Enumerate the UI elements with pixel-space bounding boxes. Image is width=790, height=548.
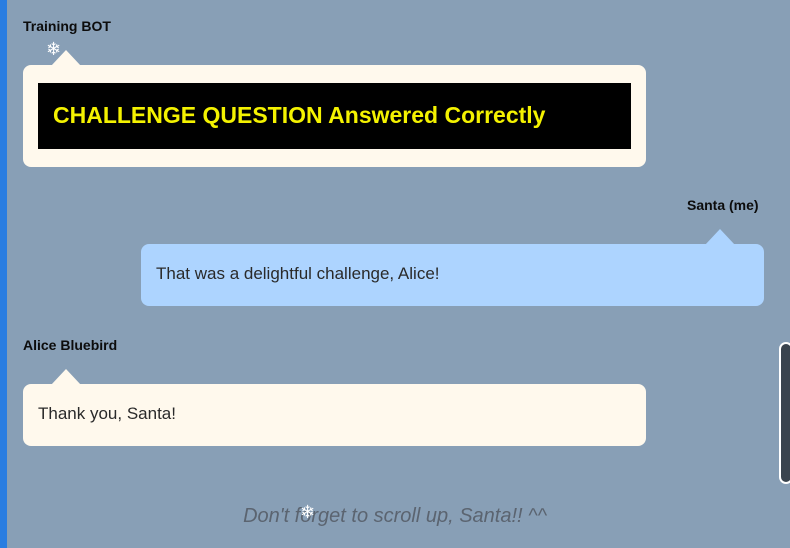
sender-name-me: Santa (me): [687, 197, 759, 213]
challenge-banner: CHALLENGE QUESTION Answered Correctly: [38, 83, 631, 149]
message-bubble-friend: Thank you, Santa!: [23, 384, 646, 446]
scrollbar-thumb[interactable]: [779, 342, 790, 484]
sender-name-friend: Alice Bluebird: [23, 337, 118, 353]
message-text: That was a delightful challenge, Alice!: [156, 264, 440, 283]
sender-name-bot: Training BOT: [23, 18, 111, 34]
scroll-hint: Don't forget to scroll up, Santa!! ^^: [243, 505, 547, 527]
message-text: Thank you, Santa!: [38, 404, 176, 423]
left-accent-bar: [0, 0, 7, 548]
bubble-tail: [705, 229, 735, 245]
snowflake-icon: ❄: [46, 39, 62, 59]
message-bubble-bot: CHALLENGE QUESTION Answered Correctly: [23, 65, 646, 167]
snowflake-icon: ❄: [300, 502, 316, 522]
challenge-banner-text: CHALLENGE QUESTION Answered Correctly: [53, 102, 546, 128]
message-bubble-me: That was a delightful challenge, Alice!: [141, 244, 764, 306]
bubble-tail: [51, 369, 81, 385]
